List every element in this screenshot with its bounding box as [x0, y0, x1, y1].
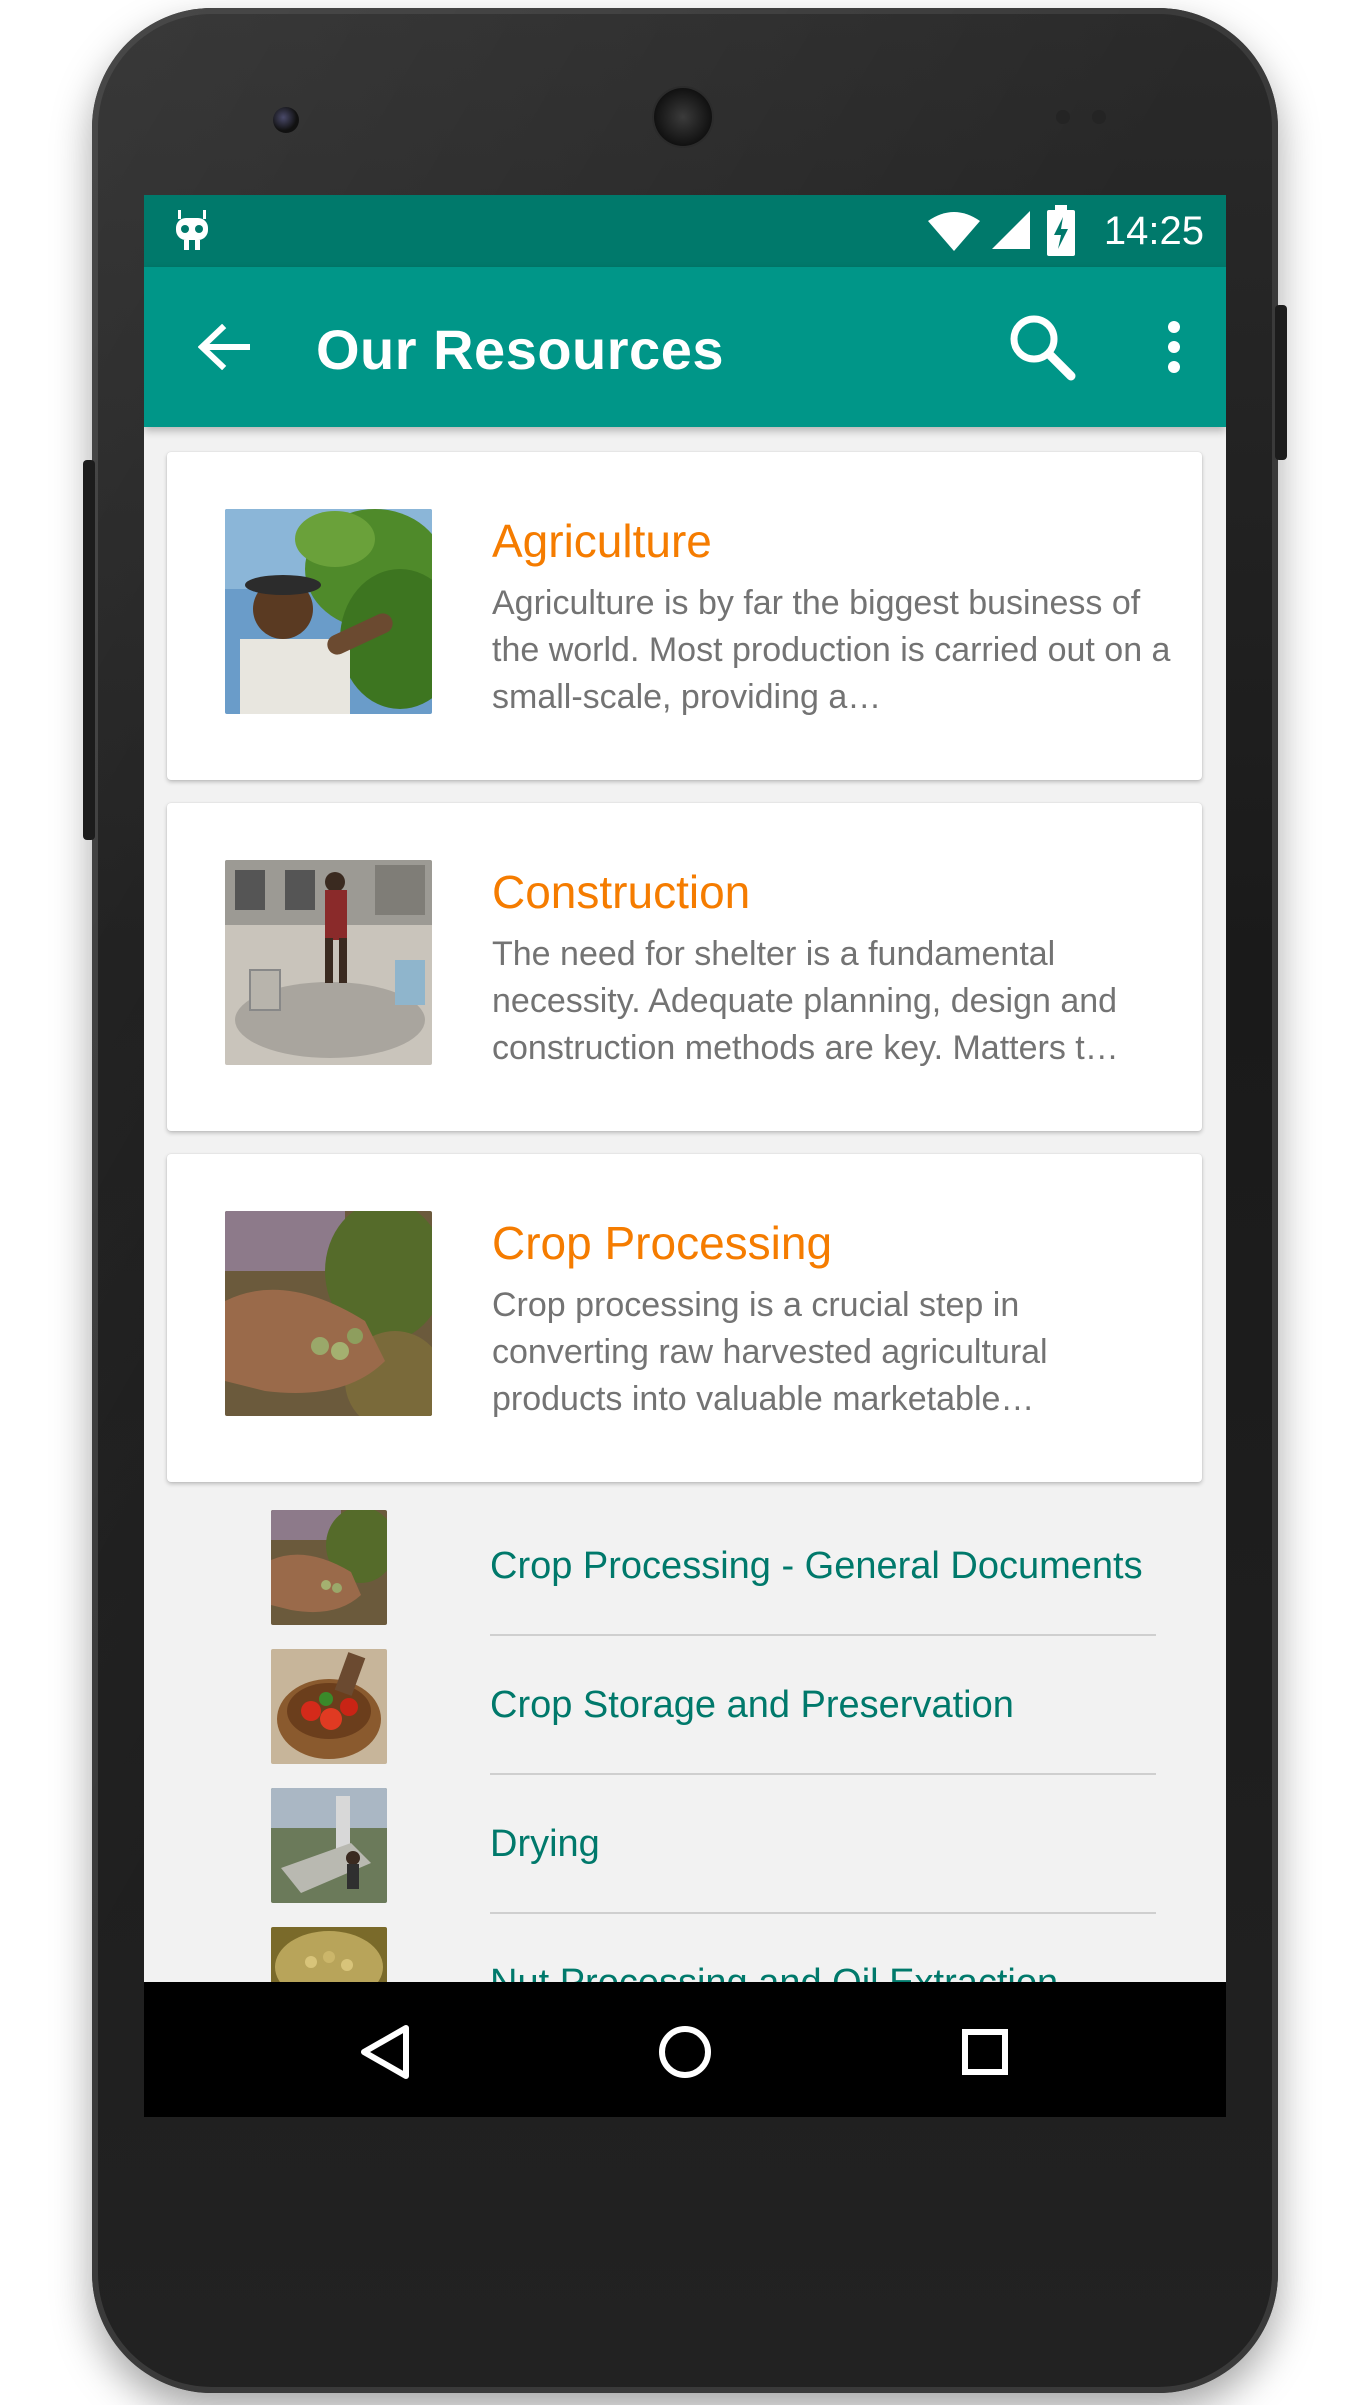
status-time: 14:25 [1103, 209, 1204, 253]
card-title: Construction [492, 866, 751, 918]
resource-card-agriculture[interactable]: Agriculture Agriculture is by far the bi… [167, 452, 1202, 780]
crop-processing-thumbnail [225, 1211, 432, 1416]
light-sensor [1092, 110, 1106, 124]
nav-home-icon[interactable] [640, 2007, 730, 2097]
crop-storage-thumbnail [271, 1649, 387, 1764]
earpiece-speaker [654, 88, 712, 146]
nav-recents-icon[interactable] [940, 2007, 1030, 2097]
crop-processing-general-thumbnail [271, 1510, 387, 1625]
sub-item-label: Crop Storage and Preservation [490, 1684, 1014, 1726]
divider [490, 1912, 1156, 1914]
page-title: Our Resources [316, 318, 724, 381]
card-description: Agriculture is by far the biggest busine… [492, 584, 1171, 716]
list-item[interactable]: Crop Storage and Preservation [144, 1647, 1226, 1786]
power-button [1275, 305, 1287, 460]
construction-thumbnail [225, 860, 432, 1065]
card-description: The need for shelter is a fundamental ne… [492, 935, 1119, 1067]
search-icon[interactable] [1002, 307, 1082, 387]
status-bar: 14:25 [144, 195, 1226, 267]
divider [490, 1773, 1156, 1775]
resource-card-construction[interactable]: Construction The need for shelter is a f… [167, 803, 1202, 1131]
card-title: Crop Processing [492, 1217, 833, 1269]
list-item[interactable]: Crop Processing - General Documents [144, 1508, 1226, 1647]
more-vert-icon[interactable] [1144, 307, 1204, 387]
drying-thumbnail [271, 1788, 387, 1903]
divider [490, 1634, 1156, 1636]
resource-card-crop-processing[interactable]: Crop Processing Crop processing is a cru… [167, 1154, 1202, 1482]
app-bar: Our Resources [144, 267, 1226, 427]
card-description: Crop processing is a crucial step in con… [492, 1286, 1048, 1418]
android-debug-icon [172, 207, 212, 255]
agriculture-thumbnail [225, 509, 432, 714]
front-camera [273, 107, 299, 133]
screen: 14:25 Our Resources Agriculture Agricult… [144, 195, 1226, 2117]
card-title: Agriculture [492, 515, 712, 567]
volume-button [83, 460, 95, 840]
signal-icon [990, 209, 1032, 251]
list-item[interactable]: Drying [144, 1786, 1226, 1925]
arrow-back-icon[interactable] [184, 307, 264, 387]
nav-back-icon[interactable] [339, 2007, 429, 2097]
wifi-icon [926, 209, 982, 253]
battery-charging-icon [1046, 205, 1076, 257]
proximity-sensor [1056, 110, 1070, 124]
sub-item-label: Crop Processing - General Documents [490, 1545, 1143, 1587]
navigation-bar [144, 1982, 1226, 2117]
sub-item-label: Drying [490, 1823, 600, 1865]
